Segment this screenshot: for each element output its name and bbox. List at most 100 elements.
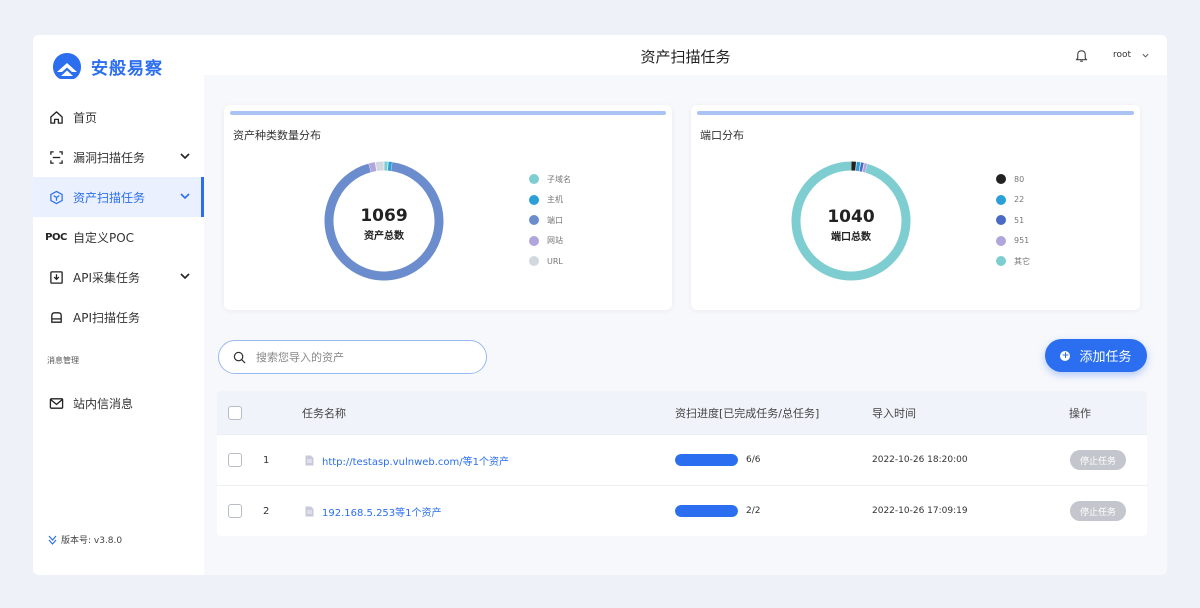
version-info: 版本号: v3.8.0 (48, 533, 122, 546)
bell-icon[interactable] (1074, 48, 1089, 63)
legend-item[interactable]: 51 (996, 210, 1030, 231)
donut-slice-网站[interactable] (368, 162, 377, 173)
sidebar-item-label: 首页 (73, 110, 98, 125)
row-checkbox[interactable] (228, 453, 242, 467)
version-icon (48, 535, 57, 545)
column-header-time[interactable]: 导入时间 (872, 391, 916, 434)
sidebar-item-api-scan[interactable]: API扫描任务 (33, 297, 204, 337)
legend-item[interactable]: 22 (996, 190, 1030, 211)
sidebar-nav: 首页 漏洞扫描任务 资产扫描任务 POC 自定义POC API采集任务 API扫… (33, 97, 204, 423)
sidebar-item-label: 漏洞扫描任务 (73, 150, 146, 165)
api-scan-icon (48, 309, 64, 325)
asset-total-value: 1069 (360, 206, 408, 226)
legend-dot (529, 194, 539, 205)
file-icon (305, 455, 314, 465)
card-title: 端口分布 (700, 129, 744, 142)
legend-item[interactable]: 主机 (529, 190, 571, 211)
progress-text: 2/2 (746, 506, 761, 516)
donut-slice-URL[interactable] (375, 161, 384, 172)
legend-item[interactable]: 端口 (529, 210, 571, 231)
legend-item[interactable]: 951 (996, 231, 1030, 252)
sidebar-item-home[interactable]: 首页 (33, 97, 204, 137)
stop-task-button[interactable]: 停止任务 (1070, 501, 1126, 521)
chevron-down-icon (180, 273, 190, 280)
task-name-cell: 192.168.5.253等1个资产 (305, 486, 442, 536)
legend-item[interactable]: 网站 (529, 231, 571, 252)
sidebar-item-vuln-scan[interactable]: 漏洞扫描任务 (33, 137, 204, 177)
sidebar-item-label: API采集任务 (73, 270, 140, 285)
legend-dot (529, 174, 539, 185)
download-icon (48, 269, 64, 285)
scan-icon (48, 149, 64, 165)
sidebar-item-api-collect[interactable]: API采集任务 (33, 257, 204, 297)
add-task-button[interactable]: + 添加任务 (1045, 339, 1147, 372)
sidebar-item-asset-scan[interactable]: 资产扫描任务 (33, 177, 204, 217)
top-header: 资产扫描任务 root (204, 35, 1167, 75)
row-index: 1 (263, 454, 270, 466)
donut-slice-51[interactable] (859, 162, 864, 172)
search-input[interactable] (256, 350, 456, 364)
logo-icon (53, 53, 81, 79)
progress-cell: 6/6 (675, 435, 760, 485)
legend-label: 网站 (547, 236, 563, 246)
progress-fill (675, 505, 738, 517)
user-name[interactable]: root (1113, 50, 1131, 60)
progress-text: 6/6 (746, 455, 761, 465)
asset-legend: 子域名 主机端口网站 URL (529, 169, 571, 272)
row-select-cell (228, 435, 242, 485)
sidebar-item-label: API扫描任务 (73, 310, 140, 325)
page-title: 资产扫描任务 (640, 48, 731, 66)
legend-item[interactable]: 其它 (996, 251, 1030, 272)
column-header-name[interactable]: 任务名称 (302, 391, 346, 434)
task-name-link[interactable]: 192.168.5.253等1个资产 (322, 504, 442, 519)
progress-cell: 2/2 (675, 486, 760, 536)
sidebar-item-inbox[interactable]: 站内信消息 (33, 383, 204, 423)
chevron-down-icon[interactable] (1141, 51, 1150, 60)
table-row: 2 192.168.5.253等1个资产 2/2 2022-10-26 17:0… (217, 485, 1147, 536)
column-header-action: 操作 (1069, 406, 1091, 420)
donut-slice-951[interactable] (862, 163, 868, 173)
row-index: 2 (263, 505, 270, 517)
chevron-down-icon (180, 153, 190, 160)
legend-label: 51 (1014, 215, 1025, 225)
search-box[interactable] (218, 340, 487, 374)
logo-text: 安般易察 (91, 58, 163, 79)
stop-task-button[interactable]: 停止任务 (1070, 450, 1126, 470)
legend-item[interactable]: 80 (996, 169, 1030, 190)
plus-icon: + (1060, 350, 1071, 361)
card-accent-bar (697, 111, 1134, 115)
search-icon (233, 351, 246, 363)
task-name-link[interactable]: http://testasp.vulnweb.com/等1个资产 (322, 453, 509, 468)
home-icon (48, 109, 64, 125)
row-checkbox[interactable] (228, 504, 242, 518)
asset-total-label: 资产总数 (364, 231, 404, 242)
legend-label: 80 (1014, 174, 1025, 184)
hexagon-icon (48, 189, 64, 205)
sidebar-item-custom-poc[interactable]: POC 自定义POC (33, 217, 204, 257)
progress-bar (675, 454, 738, 466)
legend-label: 端口 (547, 215, 563, 225)
legend-dot (996, 194, 1006, 205)
row-select-cell (228, 486, 242, 536)
card-accent-bar (230, 111, 666, 115)
import-time: 2022-10-26 18:20:00 (872, 455, 968, 465)
action-cell: 停止任务 (1070, 486, 1126, 536)
legend-item[interactable]: URL (529, 251, 571, 272)
task-name-cell: http://testasp.vulnweb.com/等1个资产 (305, 435, 509, 485)
version-text: 版本号: v3.8.0 (61, 536, 123, 546)
legend-label: 951 (1014, 236, 1030, 246)
logo[interactable]: 安般易察 (51, 49, 163, 83)
mail-icon (48, 395, 64, 411)
sidebar-item-label: 资产扫描任务 (73, 190, 146, 205)
select-all-cell (228, 391, 242, 434)
progress-bar (675, 505, 738, 517)
select-all-checkbox[interactable] (228, 405, 242, 420)
file-icon (305, 506, 314, 516)
card-title: 资产种类数量分布 (233, 129, 321, 142)
legend-dot (996, 235, 1006, 246)
legend-dot (996, 174, 1006, 185)
add-task-label: 添加任务 (1079, 350, 1132, 365)
column-header-progress[interactable]: 资扫进度[已完成任务/总任务] (675, 391, 819, 434)
legend-item[interactable]: 子域名 (529, 169, 571, 190)
port-total-label: 端口总数 (831, 232, 871, 243)
